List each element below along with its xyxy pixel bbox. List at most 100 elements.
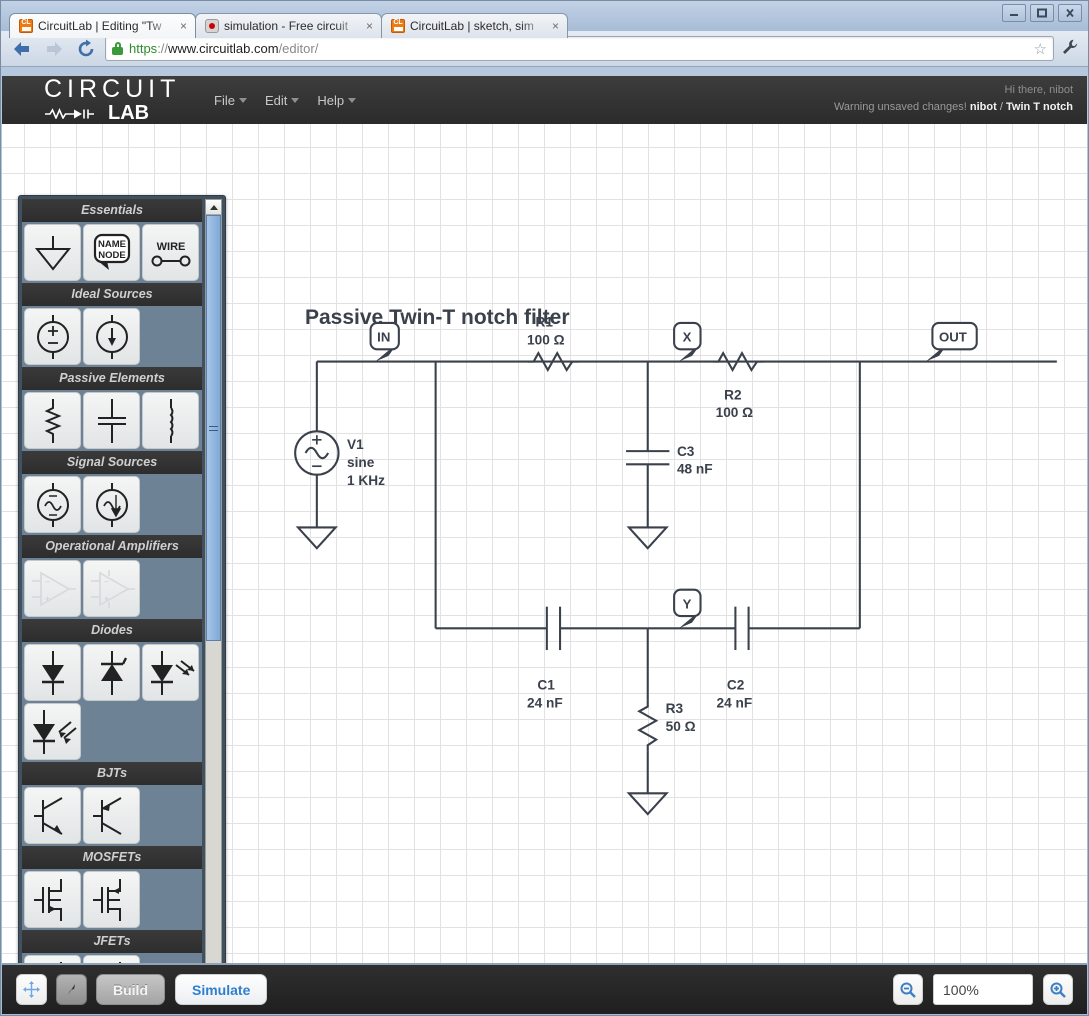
close-icon bbox=[1066, 8, 1074, 18]
component-c3[interactable] bbox=[626, 450, 670, 466]
close-button[interactable] bbox=[1058, 4, 1082, 22]
menu-file[interactable]: File bbox=[214, 93, 247, 108]
palette-scrollbar[interactable] bbox=[205, 199, 222, 963]
palette-part-diode[interactable] bbox=[24, 644, 81, 701]
zoom-out-button[interactable] bbox=[893, 974, 923, 1005]
tab-close-icon[interactable]: × bbox=[364, 20, 375, 32]
scrollbar-up-button[interactable] bbox=[206, 200, 221, 215]
palette-part-opamp-powered[interactable]: – + bbox=[83, 560, 140, 617]
ground-r3[interactable] bbox=[626, 792, 669, 816]
zoom-level-input[interactable]: 100% bbox=[933, 974, 1033, 1005]
palette-items-signal-sources bbox=[22, 474, 202, 535]
palette-items-ideal-sources bbox=[22, 306, 202, 367]
palette-part-opamp[interactable]: – + bbox=[24, 560, 81, 617]
tab-close-icon[interactable]: × bbox=[550, 20, 561, 32]
v1-label-line1: V1 bbox=[347, 437, 364, 452]
chevron-down-icon bbox=[238, 97, 247, 103]
name-node-line2: NODE bbox=[98, 250, 125, 261]
reload-button[interactable] bbox=[73, 36, 99, 62]
minimize-button[interactable] bbox=[1002, 4, 1026, 22]
zoom-out-icon bbox=[900, 982, 916, 998]
circuitlab-favicon-icon bbox=[391, 18, 405, 33]
address-bar[interactable]: https://www.circuitlab.com/editor/ ☆ bbox=[105, 36, 1054, 61]
back-arrow-icon bbox=[14, 41, 29, 56]
palette-part-name-node[interactable]: NAME NODE bbox=[83, 224, 140, 281]
status-username[interactable]: nibot bbox=[970, 101, 997, 113]
node-flag-x[interactable]: X bbox=[673, 321, 702, 362]
chevron-down-icon bbox=[291, 97, 300, 103]
palette-part-ground[interactable] bbox=[24, 224, 81, 281]
schematic-title[interactable]: Passive Twin-T notch filter bbox=[305, 306, 570, 330]
palette-part-inductor[interactable] bbox=[142, 392, 199, 449]
svg-text:–: – bbox=[45, 576, 50, 586]
node-flag-y[interactable]: Y bbox=[673, 588, 702, 629]
browser-tab-3[interactable]: CircuitLab | sketch, sim × bbox=[381, 13, 568, 38]
palette-part-wire[interactable]: WIRE bbox=[142, 224, 199, 281]
chevron-up-icon bbox=[209, 204, 218, 210]
palette-part-ideal-voltage-source[interactable] bbox=[24, 308, 81, 365]
simulate-button[interactable]: Simulate bbox=[175, 974, 268, 1005]
generic-favicon-icon bbox=[205, 19, 219, 33]
ground-icon bbox=[34, 235, 71, 271]
node-label-in: IN bbox=[377, 330, 390, 345]
palette-category-operational-amplifiers: Operational Amplifiers bbox=[22, 535, 202, 558]
palette-part-photodiode[interactable] bbox=[24, 703, 81, 760]
palette-part-npn-transistor[interactable] bbox=[24, 787, 81, 844]
scrollbar-grip-icon bbox=[209, 425, 218, 431]
zener-diode-icon bbox=[100, 650, 127, 695]
pan-tool-button[interactable] bbox=[16, 974, 47, 1005]
component-r3[interactable] bbox=[637, 700, 659, 752]
wrench-menu-icon[interactable] bbox=[1060, 38, 1080, 60]
palette-part-zener-diode[interactable] bbox=[83, 644, 140, 701]
ground-v1[interactable] bbox=[295, 526, 339, 550]
wire-icon-label: WIRE bbox=[156, 241, 185, 253]
v1-label-line2: sine bbox=[347, 455, 375, 470]
palette-part-pmos-transistor[interactable] bbox=[83, 871, 140, 928]
component-c2[interactable] bbox=[734, 606, 750, 651]
palette-part-pnp-transistor[interactable] bbox=[83, 787, 140, 844]
browser-tab-1[interactable]: CircuitLab | Editing "Tw × bbox=[9, 13, 196, 38]
palette-part-led[interactable] bbox=[142, 644, 199, 701]
palette-part-ac-voltage-source[interactable] bbox=[24, 476, 81, 533]
scrollbar-thumb[interactable] bbox=[206, 215, 221, 642]
component-c1[interactable] bbox=[545, 606, 562, 651]
c2-label-line1: C2 bbox=[727, 678, 745, 693]
status-line: Warning unsaved changes! nibot / Twin T … bbox=[834, 99, 1073, 116]
forward-arrow-icon bbox=[47, 41, 62, 56]
palette-part-nmos-transistor[interactable] bbox=[24, 871, 81, 928]
select-tool-button[interactable] bbox=[56, 974, 87, 1005]
r2-label-line2: 100 Ω bbox=[716, 405, 754, 420]
r3-label-line2: 50 Ω bbox=[666, 719, 696, 734]
schematic-canvas[interactable]: V1 sine 1 KHz R1 100 Ω R2 100 Ω C3 48 nF… bbox=[2, 124, 1087, 963]
menu-edit[interactable]: Edit bbox=[265, 93, 300, 108]
palette-part-capacitor[interactable] bbox=[83, 392, 140, 449]
palette-part-ideal-current-source[interactable] bbox=[83, 308, 140, 365]
bookmark-star-icon[interactable]: ☆ bbox=[1034, 40, 1047, 58]
back-button[interactable] bbox=[9, 36, 35, 62]
palette-part-p-jfet[interactable] bbox=[83, 955, 140, 963]
ground-c3[interactable] bbox=[626, 526, 669, 550]
ac-voltage-source-icon bbox=[36, 482, 69, 527]
scrollbar-track[interactable] bbox=[206, 215, 221, 963]
url-text: https://www.circuitlab.com/editor/ bbox=[129, 41, 1028, 56]
menu-help[interactable]: Help bbox=[317, 93, 357, 108]
palette-part-resistor[interactable] bbox=[24, 392, 81, 449]
palette-category-diodes: Diodes bbox=[22, 619, 202, 642]
forward-button[interactable] bbox=[41, 36, 67, 62]
circuitlab-app: CIRCUIT LAB File Edit Help Hi there, nib… bbox=[2, 76, 1087, 1014]
tab-close-icon[interactable]: × bbox=[178, 20, 189, 32]
build-button[interactable]: Build bbox=[96, 974, 165, 1005]
node-flag-out[interactable]: OUT bbox=[925, 321, 978, 362]
palette-part-n-jfet[interactable] bbox=[24, 955, 81, 963]
pnp-transistor-icon bbox=[92, 796, 122, 835]
palette-part-ac-current-source[interactable] bbox=[83, 476, 140, 533]
app-header: CIRCUIT LAB File Edit Help Hi there, nib… bbox=[2, 76, 1087, 124]
component-v1[interactable] bbox=[294, 430, 340, 476]
browser-tab-2[interactable]: simulation - Free circuit × bbox=[195, 13, 382, 38]
maximize-button[interactable] bbox=[1030, 4, 1054, 22]
ideal-current-source-icon bbox=[95, 314, 128, 359]
zoom-in-button[interactable] bbox=[1043, 974, 1073, 1005]
status-document-name[interactable]: Twin T notch bbox=[1006, 101, 1073, 113]
c1-label-line1: C1 bbox=[537, 678, 555, 693]
c2-label-line2: 24 nF bbox=[717, 696, 753, 711]
